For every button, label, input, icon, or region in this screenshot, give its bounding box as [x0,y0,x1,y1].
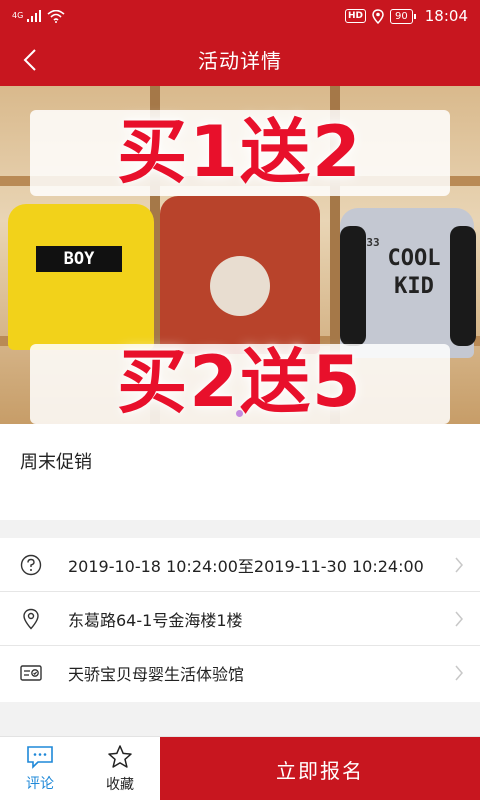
info-row-address[interactable]: 东葛路64-1号金海楼1楼 [0,592,480,646]
favorite-button[interactable]: 收藏 [80,737,160,800]
event-name: 周末促销 [20,452,92,473]
shirt-print [210,256,270,316]
status-left: 4G [12,9,65,23]
clock: 18:04 [424,7,468,25]
status-bar: 4G HD 90 18:04 [0,0,480,32]
event-address: 东葛路64-1号金海楼1楼 [68,610,243,630]
comment-icon [27,746,53,769]
signal-icon [27,10,42,22]
hd-badge: HD [345,9,367,23]
location-pin-icon [20,608,42,630]
event-banner-image[interactable]: BOY 33 COOL KID 买1送2 买2送5 [0,86,480,424]
chevron-right-icon [455,611,463,627]
shirt-left-label: BOY [36,246,122,272]
signup-button[interactable]: 立即报名 [160,737,480,800]
question-circle-icon [20,554,42,576]
promo-text-top: 买1送2 [117,111,363,193]
nav-bar: 活动详情 [0,32,480,86]
comment-label: 评论 [26,776,54,792]
event-info-list: 2019-10-18 10:24:00至2019-11-30 10:24:00 … [0,538,480,702]
shirt-right-label-2: KID [394,274,434,299]
battery-indicator: 90 [390,8,416,24]
chevron-right-icon [455,665,463,681]
comment-button[interactable]: 评论 [0,737,80,800]
event-organizer: 天骄宝贝母婴生活体验馆 [68,665,245,684]
network-type: 4G [12,11,24,20]
chevron-left-icon [23,49,36,71]
status-right: HD 90 18:04 [345,7,468,25]
yellow-shirt [8,204,154,350]
back-button[interactable] [10,40,50,80]
event-time: 2019-10-18 10:24:00至2019-11-30 10:24:00 [68,556,424,576]
id-card-icon [20,662,42,684]
info-row-organizer[interactable]: 天骄宝贝母婴生活体验馆 [0,646,480,700]
info-row-time[interactable]: 2019-10-18 10:24:00至2019-11-30 10:24:00 [0,538,480,592]
wifi-icon [47,9,65,23]
page-title: 活动详情 [198,48,282,73]
carousel-indicator[interactable] [236,410,243,417]
location-icon [372,8,384,24]
favorite-label: 收藏 [106,777,134,793]
star-icon [108,745,132,768]
bottom-action-bar: 评论 收藏 立即报名 [0,736,480,800]
chevron-right-icon [455,557,463,573]
event-description: 周末促销 [0,424,480,520]
shirt-right-label-1: COOL [387,246,441,271]
